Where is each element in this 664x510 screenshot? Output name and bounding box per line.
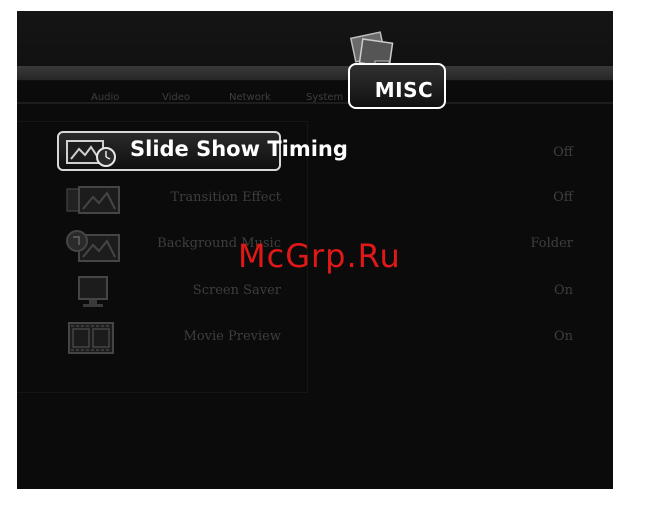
- menu-item-label: Slide Show Timing: [130, 137, 348, 161]
- menu-item-value: Folder: [530, 236, 573, 251]
- tab-bar: [17, 66, 613, 80]
- transition-icon: [66, 186, 120, 214]
- background-music-icon: [66, 230, 120, 262]
- watermark-text: McGrp.Ru: [238, 237, 401, 275]
- tab-video[interactable]: Video: [162, 92, 190, 103]
- menu-item-label[interactable]: Transition Effect: [171, 190, 281, 205]
- menu-item-value: Off: [553, 145, 573, 160]
- monitor-icon: [78, 276, 108, 307]
- slideshow-timer-icon: [66, 140, 116, 167]
- menu-item-label[interactable]: Screen Saver: [193, 283, 281, 298]
- tab-strip: Audio Video Network System: [17, 92, 377, 108]
- film-icon: [68, 322, 114, 354]
- menu-item-label[interactable]: Movie Preview: [184, 329, 281, 344]
- menu-item-value: On: [553, 283, 573, 298]
- tab-network[interactable]: Network: [229, 92, 271, 103]
- menu-item-value: Off: [553, 190, 573, 205]
- tab-system[interactable]: System: [306, 92, 343, 103]
- tab-audio[interactable]: Audio: [91, 92, 119, 103]
- tab-misc-label: MISC: [374, 78, 434, 102]
- menu-item-value: On: [553, 329, 573, 344]
